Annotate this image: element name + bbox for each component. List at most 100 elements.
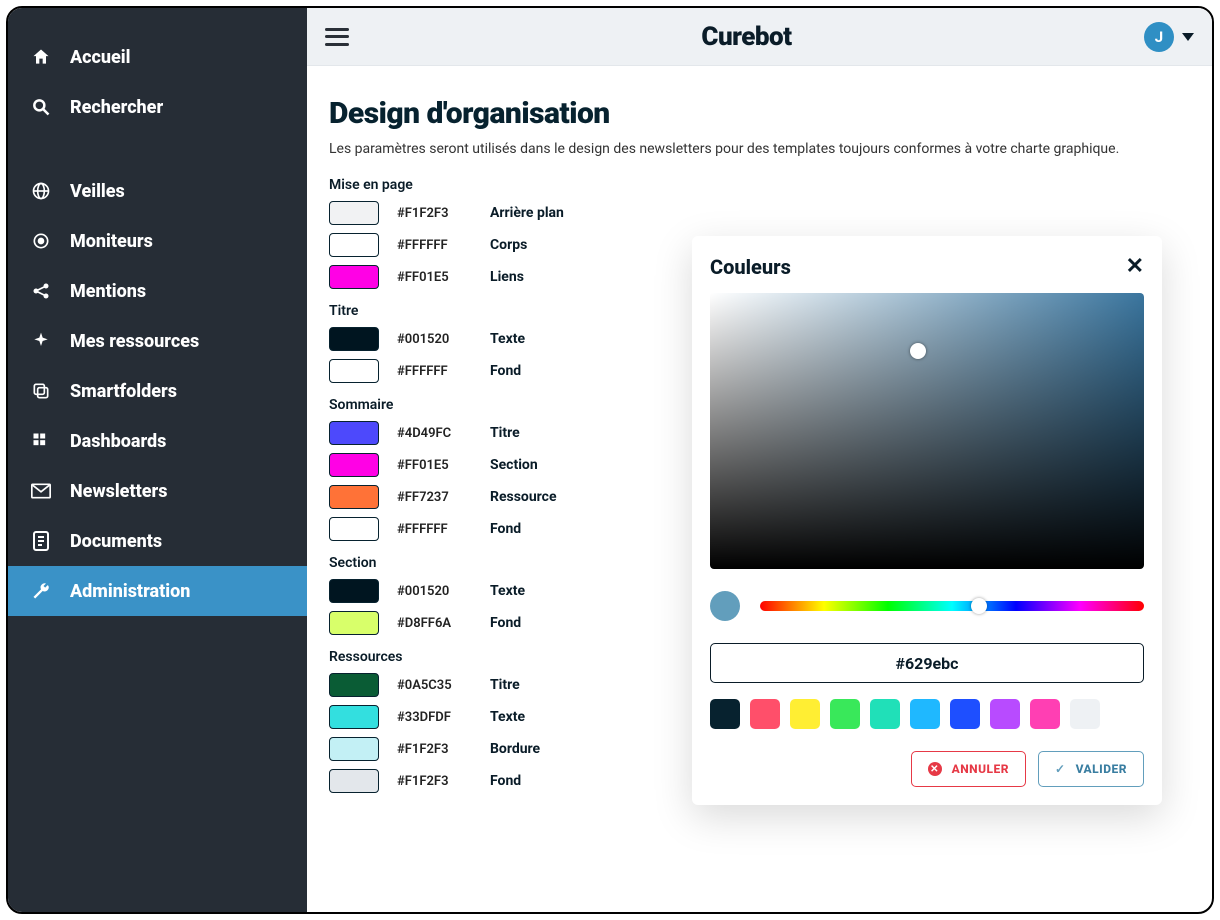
preset-swatch[interactable] <box>910 699 940 729</box>
saturation-value-panel[interactable] <box>710 293 1144 569</box>
group-title: Mise en page <box>329 177 1190 193</box>
preset-swatch[interactable] <box>950 699 980 729</box>
validate-label: VALIDER <box>1076 762 1127 776</box>
nav-label: Newsletters <box>70 481 167 502</box>
color-swatch[interactable] <box>329 737 379 761</box>
menu-toggle[interactable] <box>325 28 349 46</box>
color-swatch[interactable] <box>329 485 379 509</box>
nav-label: Documents <box>70 531 162 552</box>
nav-documents[interactable]: Documents <box>8 516 307 566</box>
share-icon <box>30 280 52 302</box>
sidebar: Accueil Rechercher Veilles Monit <box>8 8 307 912</box>
nav-dashboards[interactable]: Dashboards <box>8 416 307 466</box>
nav-label: Mentions <box>70 281 146 302</box>
picker-header: Couleurs ✕ <box>710 254 1144 279</box>
hex-value: #F1F2F3 <box>397 774 472 789</box>
color-swatch[interactable] <box>329 611 379 635</box>
color-swatch[interactable] <box>329 421 379 445</box>
wrench-icon <box>30 580 52 602</box>
target-icon <box>30 230 52 252</box>
hex-value: #F1F2F3 <box>397 742 472 757</box>
color-label: Texte <box>490 709 525 725</box>
hue-slider[interactable] <box>760 601 1144 611</box>
color-label: Ressource <box>490 489 557 505</box>
preset-row <box>710 699 1144 729</box>
color-swatch[interactable] <box>329 673 379 697</box>
color-label: Liens <box>490 269 524 285</box>
color-swatch[interactable] <box>329 201 379 225</box>
hex-input[interactable] <box>710 643 1144 683</box>
hex-value: #D8FF6A <box>397 616 472 631</box>
preset-swatch[interactable] <box>1070 699 1100 729</box>
cancel-icon: ✕ <box>928 762 942 776</box>
page-subtitle: Les paramètres seront utilisés dans le d… <box>329 141 1190 157</box>
app-frame: Accueil Rechercher Veilles Monit <box>6 6 1214 914</box>
color-row: #F1F2F3Arrière plan <box>329 201 1190 225</box>
close-icon[interactable]: ✕ <box>1126 254 1144 279</box>
nav-moniteurs[interactable]: Moniteurs <box>8 216 307 266</box>
color-swatch[interactable] <box>329 579 379 603</box>
color-swatch[interactable] <box>329 265 379 289</box>
nav-separator <box>8 138 307 160</box>
picker-actions: ✕ ANNULER ✓ VALIDER <box>710 751 1144 787</box>
nav-newsletters[interactable]: Newsletters <box>8 466 307 516</box>
hex-value: #FF01E5 <box>397 270 472 285</box>
nav-administration[interactable]: Administration <box>8 566 307 616</box>
color-label: Corps <box>490 237 527 253</box>
nav-mentions[interactable]: Mentions <box>8 266 307 316</box>
color-swatch[interactable] <box>329 453 379 477</box>
validate-button[interactable]: ✓ VALIDER <box>1038 751 1144 787</box>
color-preview <box>710 591 740 621</box>
hex-value: #001520 <box>397 332 472 347</box>
nav-label: Smartfolders <box>70 381 177 402</box>
nav-home[interactable]: Accueil <box>8 32 307 82</box>
color-label: Texte <box>490 331 525 347</box>
nav-label: Veilles <box>70 181 125 202</box>
nav-primary: Accueil Rechercher <box>8 26 307 138</box>
color-label: Titre <box>490 677 520 693</box>
hex-value: #FFFFFF <box>397 364 472 379</box>
color-label: Fond <box>490 521 521 537</box>
mail-icon <box>30 480 52 502</box>
search-icon <box>30 96 52 118</box>
sv-cursor[interactable] <box>910 343 926 359</box>
nav-label: Rechercher <box>70 97 163 118</box>
preset-swatch[interactable] <box>1030 699 1060 729</box>
nav-label: Moniteurs <box>70 231 153 252</box>
color-swatch[interactable] <box>329 233 379 257</box>
nav-veilles[interactable]: Veilles <box>8 166 307 216</box>
copy-icon <box>30 380 52 402</box>
nav-smartfolders[interactable]: Smartfolders <box>8 366 307 416</box>
nav-label: Administration <box>70 581 190 602</box>
page-title: Design d'organisation <box>329 96 1190 131</box>
color-swatch[interactable] <box>329 359 379 383</box>
color-swatch[interactable] <box>329 769 379 793</box>
preset-swatch[interactable] <box>710 699 740 729</box>
preset-swatch[interactable] <box>990 699 1020 729</box>
color-label: Fond <box>490 773 521 789</box>
hex-value: #FFFFFF <box>397 522 472 537</box>
nav-label: Mes ressources <box>70 331 199 352</box>
picker-title: Couleurs <box>710 255 791 279</box>
color-label: Bordure <box>490 741 540 757</box>
color-picker-panel: Couleurs ✕ ✕ ANNULER ✓ <box>692 236 1162 805</box>
hue-thumb[interactable] <box>971 598 987 614</box>
avatar: J <box>1144 22 1174 52</box>
hex-value: #F1F2F3 <box>397 206 472 221</box>
color-swatch[interactable] <box>329 517 379 541</box>
hex-value: #33DFDF <box>397 710 472 725</box>
cancel-button[interactable]: ✕ ANNULER <box>911 751 1026 787</box>
color-label: Fond <box>490 615 521 631</box>
nav-label: Accueil <box>70 47 131 68</box>
preset-swatch[interactable] <box>870 699 900 729</box>
globe-icon <box>30 180 52 202</box>
preset-swatch[interactable] <box>750 699 780 729</box>
user-menu[interactable]: J <box>1144 22 1194 52</box>
nav-search[interactable]: Rechercher <box>8 82 307 132</box>
color-swatch[interactable] <box>329 705 379 729</box>
document-icon <box>30 530 52 552</box>
preset-swatch[interactable] <box>790 699 820 729</box>
nav-resources[interactable]: Mes ressources <box>8 316 307 366</box>
color-swatch[interactable] <box>329 327 379 351</box>
preset-swatch[interactable] <box>830 699 860 729</box>
